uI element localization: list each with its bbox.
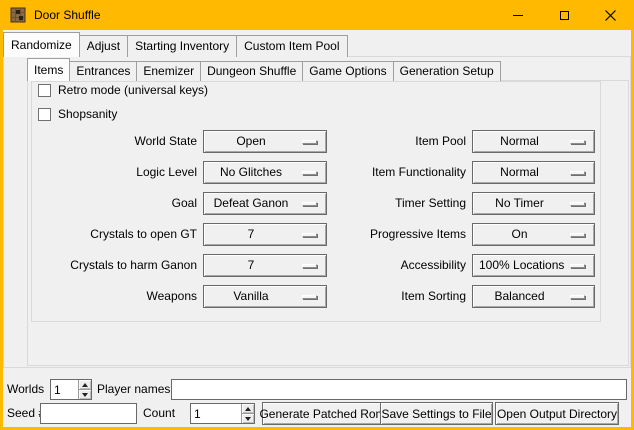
retro-mode-label[interactable]: Retro mode (universal keys) [58,82,208,98]
inner-tabbar: Items Entrances Enemizer Dungeon Shuffle… [27,58,500,81]
tab-randomize[interactable]: Randomize [3,32,80,57]
dropdown-indicator-icon [302,171,317,175]
worlds-input[interactable] [51,380,78,399]
worlds-label: Worlds [7,379,44,400]
door-icon[interactable] [10,7,26,23]
spin-up-icon [245,407,251,411]
dropdown-indicator-icon [302,140,317,144]
count-spinbox[interactable] [190,403,255,424]
item-sorting-label: Item Sorting [330,285,466,308]
dropdown-indicator-icon [570,264,585,268]
accessibility-label: Accessibility [330,254,466,277]
crystals-harm-ganon-dropdown[interactable]: 7 [203,254,327,277]
save-settings-button[interactable]: Save Settings to File [380,402,493,425]
tab-generation-setup[interactable]: Generation Setup [393,61,501,81]
retro-mode-checkbox[interactable] [38,84,51,97]
count-label: Count [143,403,175,424]
player-names-label: Player names [97,379,170,400]
spin-up-icon [82,383,88,387]
item-pool-label: Item Pool [330,130,466,153]
maximize-button[interactable] [541,0,587,30]
crystals-harm-ganon-label: Crystals to harm Ganon [36,254,197,277]
close-button[interactable] [587,0,634,30]
item-sorting-dropdown[interactable]: Balanced [472,285,595,308]
shopsanity-checkbox[interactable] [38,108,51,121]
dropdown-indicator-icon [302,233,317,237]
window-title: Door Shuffle [34,0,101,30]
count-spin-up-button[interactable] [242,404,254,414]
item-functionality-dropdown[interactable]: Normal [472,161,595,184]
count-spin-down-button[interactable] [242,414,254,423]
minimize-button[interactable] [495,0,541,30]
outer-tabbar: Randomize Adjust Starting Inventory Cust… [3,32,347,57]
seed-input[interactable] [40,403,137,424]
spin-down-icon [82,393,88,397]
open-output-directory-button[interactable]: Open Output Directory [495,402,619,425]
item-pool-dropdown[interactable]: Normal [472,130,595,153]
world-state-dropdown[interactable]: Open [203,130,327,153]
dropdown-indicator-icon [570,295,585,299]
progressive-items-label: Progressive Items [330,223,466,246]
weapons-dropdown[interactable]: Vanilla [203,285,327,308]
timer-setting-dropdown[interactable]: No Timer [472,192,595,215]
worlds-spinbox[interactable] [50,379,92,400]
tab-custom-item-pool[interactable]: Custom Item Pool [236,35,347,57]
dropdown-indicator-icon [570,233,585,237]
maximize-icon [560,11,569,20]
progressive-items-dropdown[interactable]: On [472,223,595,246]
tab-dungeon-shuffle[interactable]: Dungeon Shuffle [200,61,303,81]
goal-label: Goal [36,192,197,215]
tab-items[interactable]: Items [27,58,70,81]
tab-game-options[interactable]: Game Options [302,61,393,81]
player-names-input[interactable] [171,379,627,400]
count-input[interactable] [191,404,241,423]
dropdown-indicator-icon [302,295,317,299]
dropdown-indicator-icon [570,202,585,206]
generate-patched-rom-button[interactable]: Generate Patched Rom [262,402,383,425]
item-functionality-label: Item Functionality [330,161,466,184]
logic-level-label: Logic Level [36,161,197,184]
dropdown-indicator-icon [302,202,317,206]
tab-starting-inventory[interactable]: Starting Inventory [127,35,237,57]
shopsanity-label[interactable]: Shopsanity [58,106,117,122]
worlds-spin-down-button[interactable] [79,390,91,399]
close-icon [605,10,616,21]
dropdown-indicator-icon [570,171,585,175]
world-state-label: World State [36,130,197,153]
tab-adjust[interactable]: Adjust [79,35,128,57]
minimize-icon [513,15,523,16]
dropdown-indicator-icon [302,264,317,268]
crystals-open-gt-label: Crystals to open GT [36,223,197,246]
accessibility-dropdown[interactable]: 100% Locations [472,254,595,277]
tab-enemizer[interactable]: Enemizer [136,61,201,81]
crystals-open-gt-dropdown[interactable]: 7 [203,223,327,246]
title-bar[interactable]: Door Shuffle [0,0,634,30]
tab-entrances[interactable]: Entrances [69,61,137,81]
worlds-spin-up-button[interactable] [79,380,91,390]
logic-level-dropdown[interactable]: No Glitches [203,161,327,184]
dropdown-indicator-icon [570,140,585,144]
timer-setting-label: Timer Setting [330,192,466,215]
weapons-label: Weapons [36,285,197,308]
spin-down-icon [245,417,251,421]
goal-dropdown[interactable]: Defeat Ganon [203,192,327,215]
